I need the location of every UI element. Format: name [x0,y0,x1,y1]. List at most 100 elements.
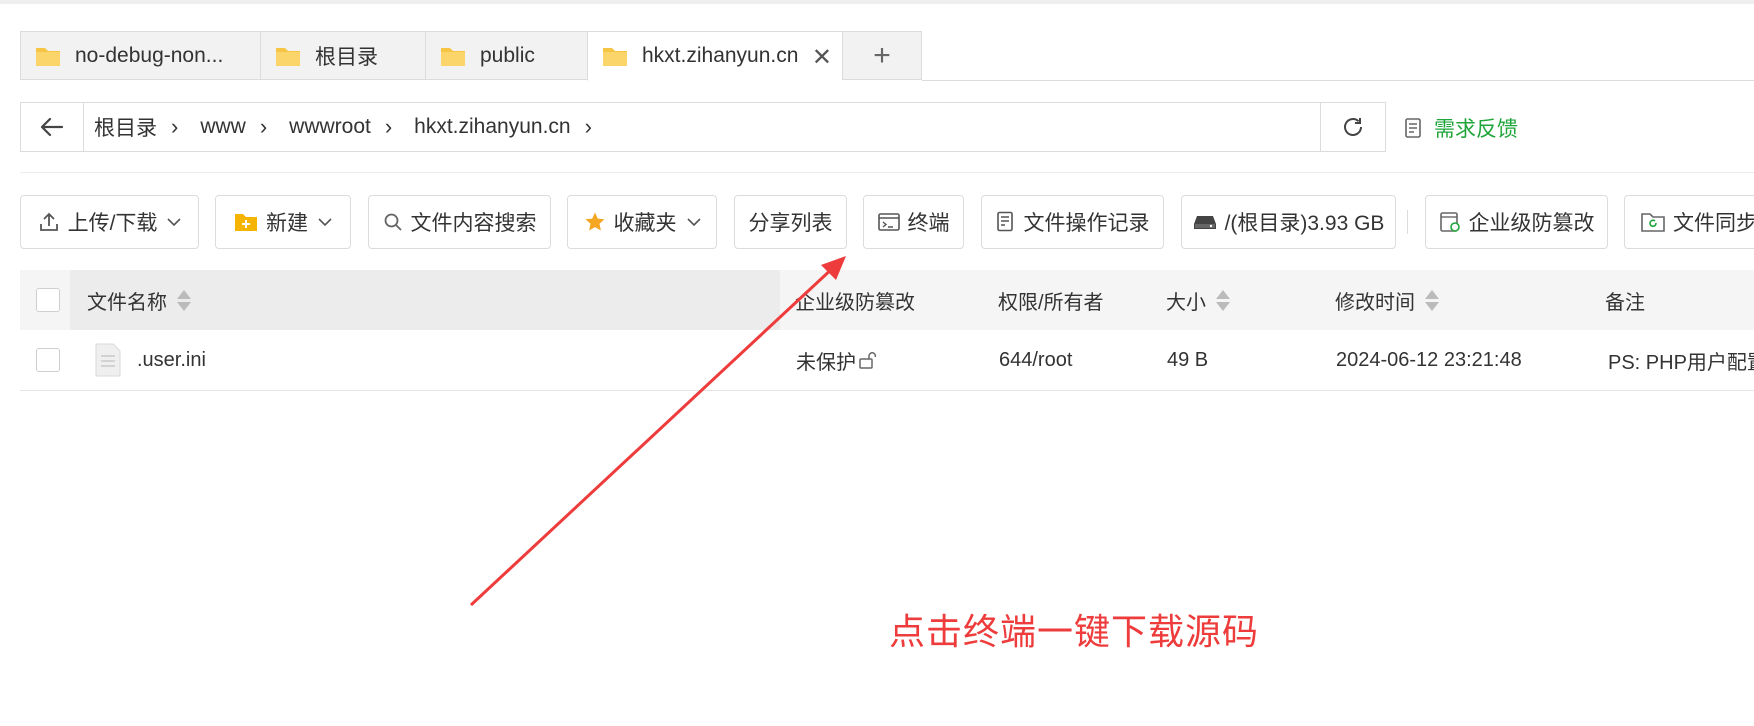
header-size-label: 大小 [1166,291,1206,314]
add-tab-button[interactable]: + [842,31,922,80]
chevron-down-icon [167,218,181,227]
folder-icon [276,47,300,66]
content-search-button[interactable]: 文件内容搜索 [368,195,551,249]
select-all-checkbox[interactable] [36,288,60,312]
tamper-status: 未保护 [796,351,856,374]
header-name[interactable]: 文件名称 [87,270,191,330]
new-button[interactable]: 新建 [215,195,351,249]
new-label: 新建 [266,212,308,235]
header-note: 备注 [1605,270,1645,330]
file-sync-button[interactable]: 文件同步 [1624,195,1754,249]
header-mtime-label: 修改时间 [1335,291,1415,314]
chevron-right-icon: › [584,114,592,139]
tamper-proof-label: 企业级防篡改 [1468,212,1595,235]
search-icon [384,213,402,231]
close-icon[interactable]: ✕ [812,43,832,72]
disk-button[interactable]: /(根目录)3.93 GB [1181,195,1396,249]
tab-root[interactable]: 根目录 [260,31,425,80]
size-value: 49 B [1167,348,1209,371]
breadcrumb-root[interactable]: 根目录 [84,112,171,142]
header-perm: 权限/所有者 [998,270,1104,330]
file-icon [95,343,121,377]
sort-icon [1425,289,1439,311]
log-icon [996,211,1013,232]
disk-icon [1193,216,1216,229]
sort-icon [177,289,191,311]
upload-download-label: 上传/下载 [67,212,158,235]
tab-label: hkxt.zihanyun.cn [642,44,799,67]
terminal-icon [877,213,900,231]
share-list-label: 分享列表 [748,212,833,235]
header-name-label: 文件名称 [87,291,167,314]
disk-label: /(根目录)3.93 GB [1224,212,1385,235]
refresh-icon [1344,118,1362,136]
tab-bar: no-debug-non... 根目录 public hkxt.zihanyun… [20,31,1754,81]
table-row[interactable]: .user.ini 未保护 644/root 49 B 2024-06-12 2… [20,330,1754,391]
folder-icon [36,47,60,66]
chevron-right-icon: › [171,114,179,139]
tab-label: public [480,43,535,67]
tamper-cell[interactable]: 未保护 [796,330,878,390]
note-cell[interactable]: PS: PHP用户配置 [1608,330,1754,390]
sort-icon [1216,289,1230,311]
shield-file-icon [1439,212,1460,232]
toolbar-separator [1407,210,1408,234]
terminal-button[interactable]: 终端 [863,195,964,249]
breadcrumb-www[interactable]: www [190,115,260,139]
header-tamper: 企业级防篡改 [795,270,915,330]
unlock-icon [859,352,877,369]
annotation-text: 点击终端一键下载源码 [889,611,1260,652]
sync-folder-icon [1641,213,1665,232]
file-name: .user.ini [137,348,206,371]
breadcrumb-wwwroot[interactable]: wwwroot [279,115,385,139]
upload-download-button[interactable]: 上传/下载 [20,195,199,249]
file-name-cell[interactable]: .user.ini [95,330,206,390]
divider [20,172,1754,173]
address-bar: 根目录 › www › wwwroot › hkxt.zihanyun.cn › [20,102,1386,152]
tamper-proof-button[interactable]: 企业级防篡改 [1425,195,1608,249]
mtime-cell: 2024-06-12 23:21:48 [1336,330,1522,390]
chevron-down-icon [686,218,701,227]
terminal-label: 终端 [907,212,950,235]
content-search-label: 文件内容搜索 [410,212,537,235]
file-sync-label: 文件同步 [1673,212,1754,235]
operation-log-button[interactable]: 文件操作记录 [981,195,1164,249]
perm-value: 644/root [999,348,1073,371]
plus-icon: + [873,38,891,72]
breadcrumb-site[interactable]: hkxt.zihanyun.cn [404,115,584,139]
star-icon [585,212,604,231]
new-folder-icon [235,214,257,231]
chevron-right-icon: › [384,114,393,139]
tab-hkxt-active[interactable]: hkxt.zihanyun.cn ✕ [587,31,842,81]
chevron-down-icon [318,218,332,227]
favorites-button[interactable]: 收藏夹 [567,195,717,249]
header-perm-label: 权限/所有者 [998,291,1104,314]
feedback-label: 需求反馈 [1434,118,1518,141]
chevron-right-icon: › [259,114,268,139]
tab-no-debug[interactable]: no-debug-non... [20,31,260,80]
row-checkbox[interactable] [36,348,60,372]
arrow-left-icon [40,117,64,137]
operation-log-label: 文件操作记录 [1023,212,1150,235]
header-tamper-label: 企业级防篡改 [795,291,915,314]
back-button[interactable] [21,103,84,151]
tab-label: no-debug-non... [75,43,224,67]
feedback-link[interactable]: 需求反馈 [1404,113,1518,143]
table-header: 文件名称 企业级防篡改 权限/所有者 大小 修改时间 备注 [20,270,1754,330]
favorites-label: 收藏夹 [613,212,677,235]
folder-icon [441,47,465,66]
top-strip [0,0,1754,4]
header-size[interactable]: 大小 [1166,270,1230,330]
header-note-label: 备注 [1605,291,1645,314]
header-mtime[interactable]: 修改时间 [1335,270,1439,330]
refresh-button[interactable] [1320,103,1385,151]
upload-icon [39,212,58,231]
folder-icon [603,48,627,66]
mtime-value: 2024-06-12 23:21:48 [1336,348,1522,371]
note-value: PS: PHP用户配置 [1608,351,1754,374]
share-list-button[interactable]: 分享列表 [734,195,847,249]
feedback-icon [1405,118,1421,138]
tab-public[interactable]: public [425,31,587,80]
perm-cell[interactable]: 644/root [999,330,1072,390]
tab-label: 根目录 [315,45,378,69]
